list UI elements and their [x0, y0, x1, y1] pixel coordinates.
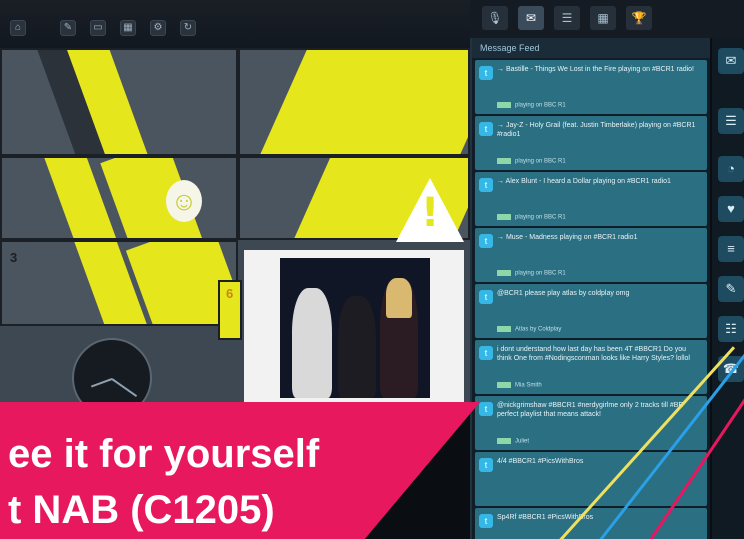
twitter-icon: t: [479, 458, 493, 472]
cell-number: 6: [226, 286, 234, 301]
list-icon[interactable]: ☰: [718, 108, 744, 134]
grid-icon[interactable]: ▦: [120, 20, 136, 36]
twitter-icon: t: [479, 66, 493, 80]
twitter-icon: t: [479, 290, 493, 304]
feed-item[interactable]: t @nickgrimshaw #BBCR1 #nerdygirlme only…: [475, 396, 707, 450]
feed-item-text: → Alex Blunt - I heard a Dollar playing …: [497, 178, 671, 185]
feed-item[interactable]: t Sp4Rf #BBCR1 #PicsWithBros: [475, 508, 707, 539]
feed-item-text: 4/4 #BBCR1 #PicsWithBros: [497, 458, 584, 465]
feed-item-meta: playing on BBC R1: [497, 270, 566, 277]
feed-item-meta: Atlas by Coldplay: [497, 326, 561, 333]
grid-icon[interactable]: ▦: [590, 6, 616, 30]
settings-icon[interactable]: ⚙: [150, 20, 166, 36]
cell-number: 3: [10, 250, 18, 265]
feed-item-meta: Mia Smith: [497, 382, 542, 389]
message-feed: Message Feed t → Bastille - Things We Lo…: [470, 38, 710, 539]
heart-icon[interactable]: ♥: [718, 196, 744, 222]
folder-icon[interactable]: ▭: [90, 20, 106, 36]
feed-item-meta: playing on BBC R1: [497, 158, 566, 165]
grid-cell[interactable]: [0, 156, 238, 240]
message-icon[interactable]: ☷: [718, 316, 744, 342]
feed-header: Message Feed: [472, 38, 710, 58]
feed-item-meta: playing on BBC R1: [497, 214, 566, 221]
clock-icon[interactable]: ◔: [718, 156, 744, 182]
edit-icon[interactable]: ✎: [60, 20, 76, 36]
right-rail: ✉ ☰ ◔ ♥ ≡ ✎ ☷ ☎: [712, 38, 744, 539]
envelope-icon[interactable]: ✉: [718, 48, 744, 74]
twitter-icon: t: [479, 402, 493, 416]
chat-icon[interactable]: ✎: [718, 276, 744, 302]
grid-cell[interactable]: [0, 48, 238, 156]
feed-item-text: Sp4Rf #BBCR1 #PicsWithBros: [497, 514, 594, 521]
photo[interactable]: [280, 258, 430, 398]
feed-item-text: i dont understand how last day has been …: [497, 346, 690, 362]
warning-exclamation-icon: !: [421, 190, 440, 236]
twitter-icon: t: [479, 122, 493, 136]
feed-item[interactable]: t → Alex Blunt - I heard a Dollar playin…: [475, 172, 707, 226]
twitter-icon: t: [479, 346, 493, 360]
feed-item-text: → Jay-Z - Holy Grail (feat. Justin Timbe…: [497, 122, 696, 138]
feed-item[interactable]: t @BCR1 please play atlas by coldplay om…: [475, 284, 707, 338]
twitter-icon: t: [479, 234, 493, 248]
grid-cell-6[interactable]: 6: [218, 280, 242, 340]
menu-icon[interactable]: ≡: [718, 236, 744, 262]
feed-item-meta: Juliet: [497, 438, 529, 445]
feed-item-meta: playing on BBC R1: [497, 102, 566, 109]
grid-cell-3[interactable]: 3: [0, 240, 238, 326]
trophy-icon[interactable]: 🏆: [626, 6, 652, 30]
feed-item-text: @BCR1 please play atlas by coldplay omg: [497, 290, 630, 297]
promo-banner: ee it for yourself t NAB (C1205): [0, 402, 480, 539]
twitter-icon: t: [479, 178, 493, 192]
refresh-icon[interactable]: ↻: [180, 20, 196, 36]
toolbar: ⌂ ✎ ▭ ▦ ⚙ ↻: [0, 0, 470, 48]
smiley-icon: ☺: [166, 180, 202, 222]
home-icon[interactable]: ⌂: [10, 20, 26, 36]
feed-item-text: → Bastille - Things We Lost in the Fire …: [497, 66, 695, 73]
feed-item-text: → Muse - Madness playing on #BCR1 radio1: [497, 234, 638, 241]
feed-item[interactable]: t → Jay-Z - Holy Grail (feat. Justin Tim…: [475, 116, 707, 170]
mic-icon[interactable]: 🎙: [482, 6, 508, 30]
envelope-icon[interactable]: ✉: [518, 6, 544, 30]
list-icon[interactable]: ☰: [554, 6, 580, 30]
feed-item[interactable]: t i dont understand how last day has bee…: [475, 340, 707, 394]
feed-tabs: 🎙 ✉ ☰ ▦ 🏆: [470, 0, 744, 38]
feed-item[interactable]: t → Muse - Madness playing on #BCR1 radi…: [475, 228, 707, 282]
feed-item[interactable]: t → Bastille - Things We Lost in the Fir…: [475, 60, 707, 114]
banner-line-1: ee it for yourself: [8, 432, 320, 476]
twitter-icon: t: [479, 514, 493, 528]
grid-cell-4[interactable]: 4: [238, 48, 470, 156]
banner-line-2: t NAB (C1205): [8, 488, 275, 532]
feed-item[interactable]: t 4/4 #BBCR1 #PicsWithBros: [475, 452, 707, 506]
